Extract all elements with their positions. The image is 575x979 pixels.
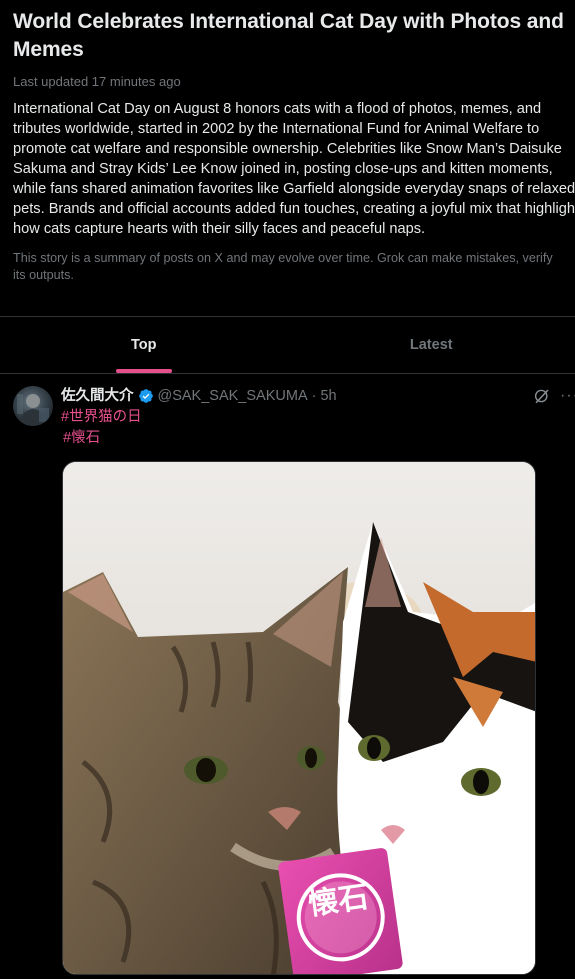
post-header: 佐久間大介 @SAK_SAK_SAKUMA · 5h — [61, 387, 337, 405]
post[interactable]: 佐久間大介 @SAK_SAK_SAKUMA · 5h ··· #世界猫の日 #懐… — [0, 375, 575, 979]
cat-photo: 懐石 — [63, 462, 535, 974]
story-header: World Celebrates International Cat Day w… — [13, 8, 575, 284]
hashtag-link[interactable]: #懐石 — [63, 429, 100, 447]
tab-bar: Top Latest — [0, 316, 575, 374]
story-disclaimer: This story is a summary of posts on X an… — [13, 251, 553, 282]
verified-badge-icon — [138, 389, 153, 403]
tab-active-indicator — [115, 369, 172, 373]
story-updated: Last updated 17 minutes ago — [13, 74, 181, 89]
avatar-image — [17, 394, 49, 426]
avatar[interactable] — [13, 386, 53, 426]
tab-top-label: Top — [131, 337, 157, 353]
more-options-icon[interactable]: ··· — [560, 387, 575, 405]
story-title: World Celebrates International Cat Day w… — [13, 10, 564, 61]
grok-icon[interactable] — [533, 387, 551, 405]
author-name[interactable]: 佐久間大介 — [61, 387, 134, 405]
author-handle[interactable]: @SAK_SAK_SAKUMA — [158, 387, 308, 405]
tab-latest[interactable]: Latest — [288, 317, 575, 373]
post-image[interactable]: 懐石 — [62, 461, 536, 975]
tab-top[interactable]: Top — [0, 317, 288, 373]
story-summary: International Cat Day on August 8 honors… — [13, 101, 575, 237]
post-time[interactable]: · 5h — [312, 387, 337, 405]
hashtag-link[interactable]: #世界猫の日 — [61, 408, 142, 426]
tab-latest-label: Latest — [409, 337, 453, 353]
